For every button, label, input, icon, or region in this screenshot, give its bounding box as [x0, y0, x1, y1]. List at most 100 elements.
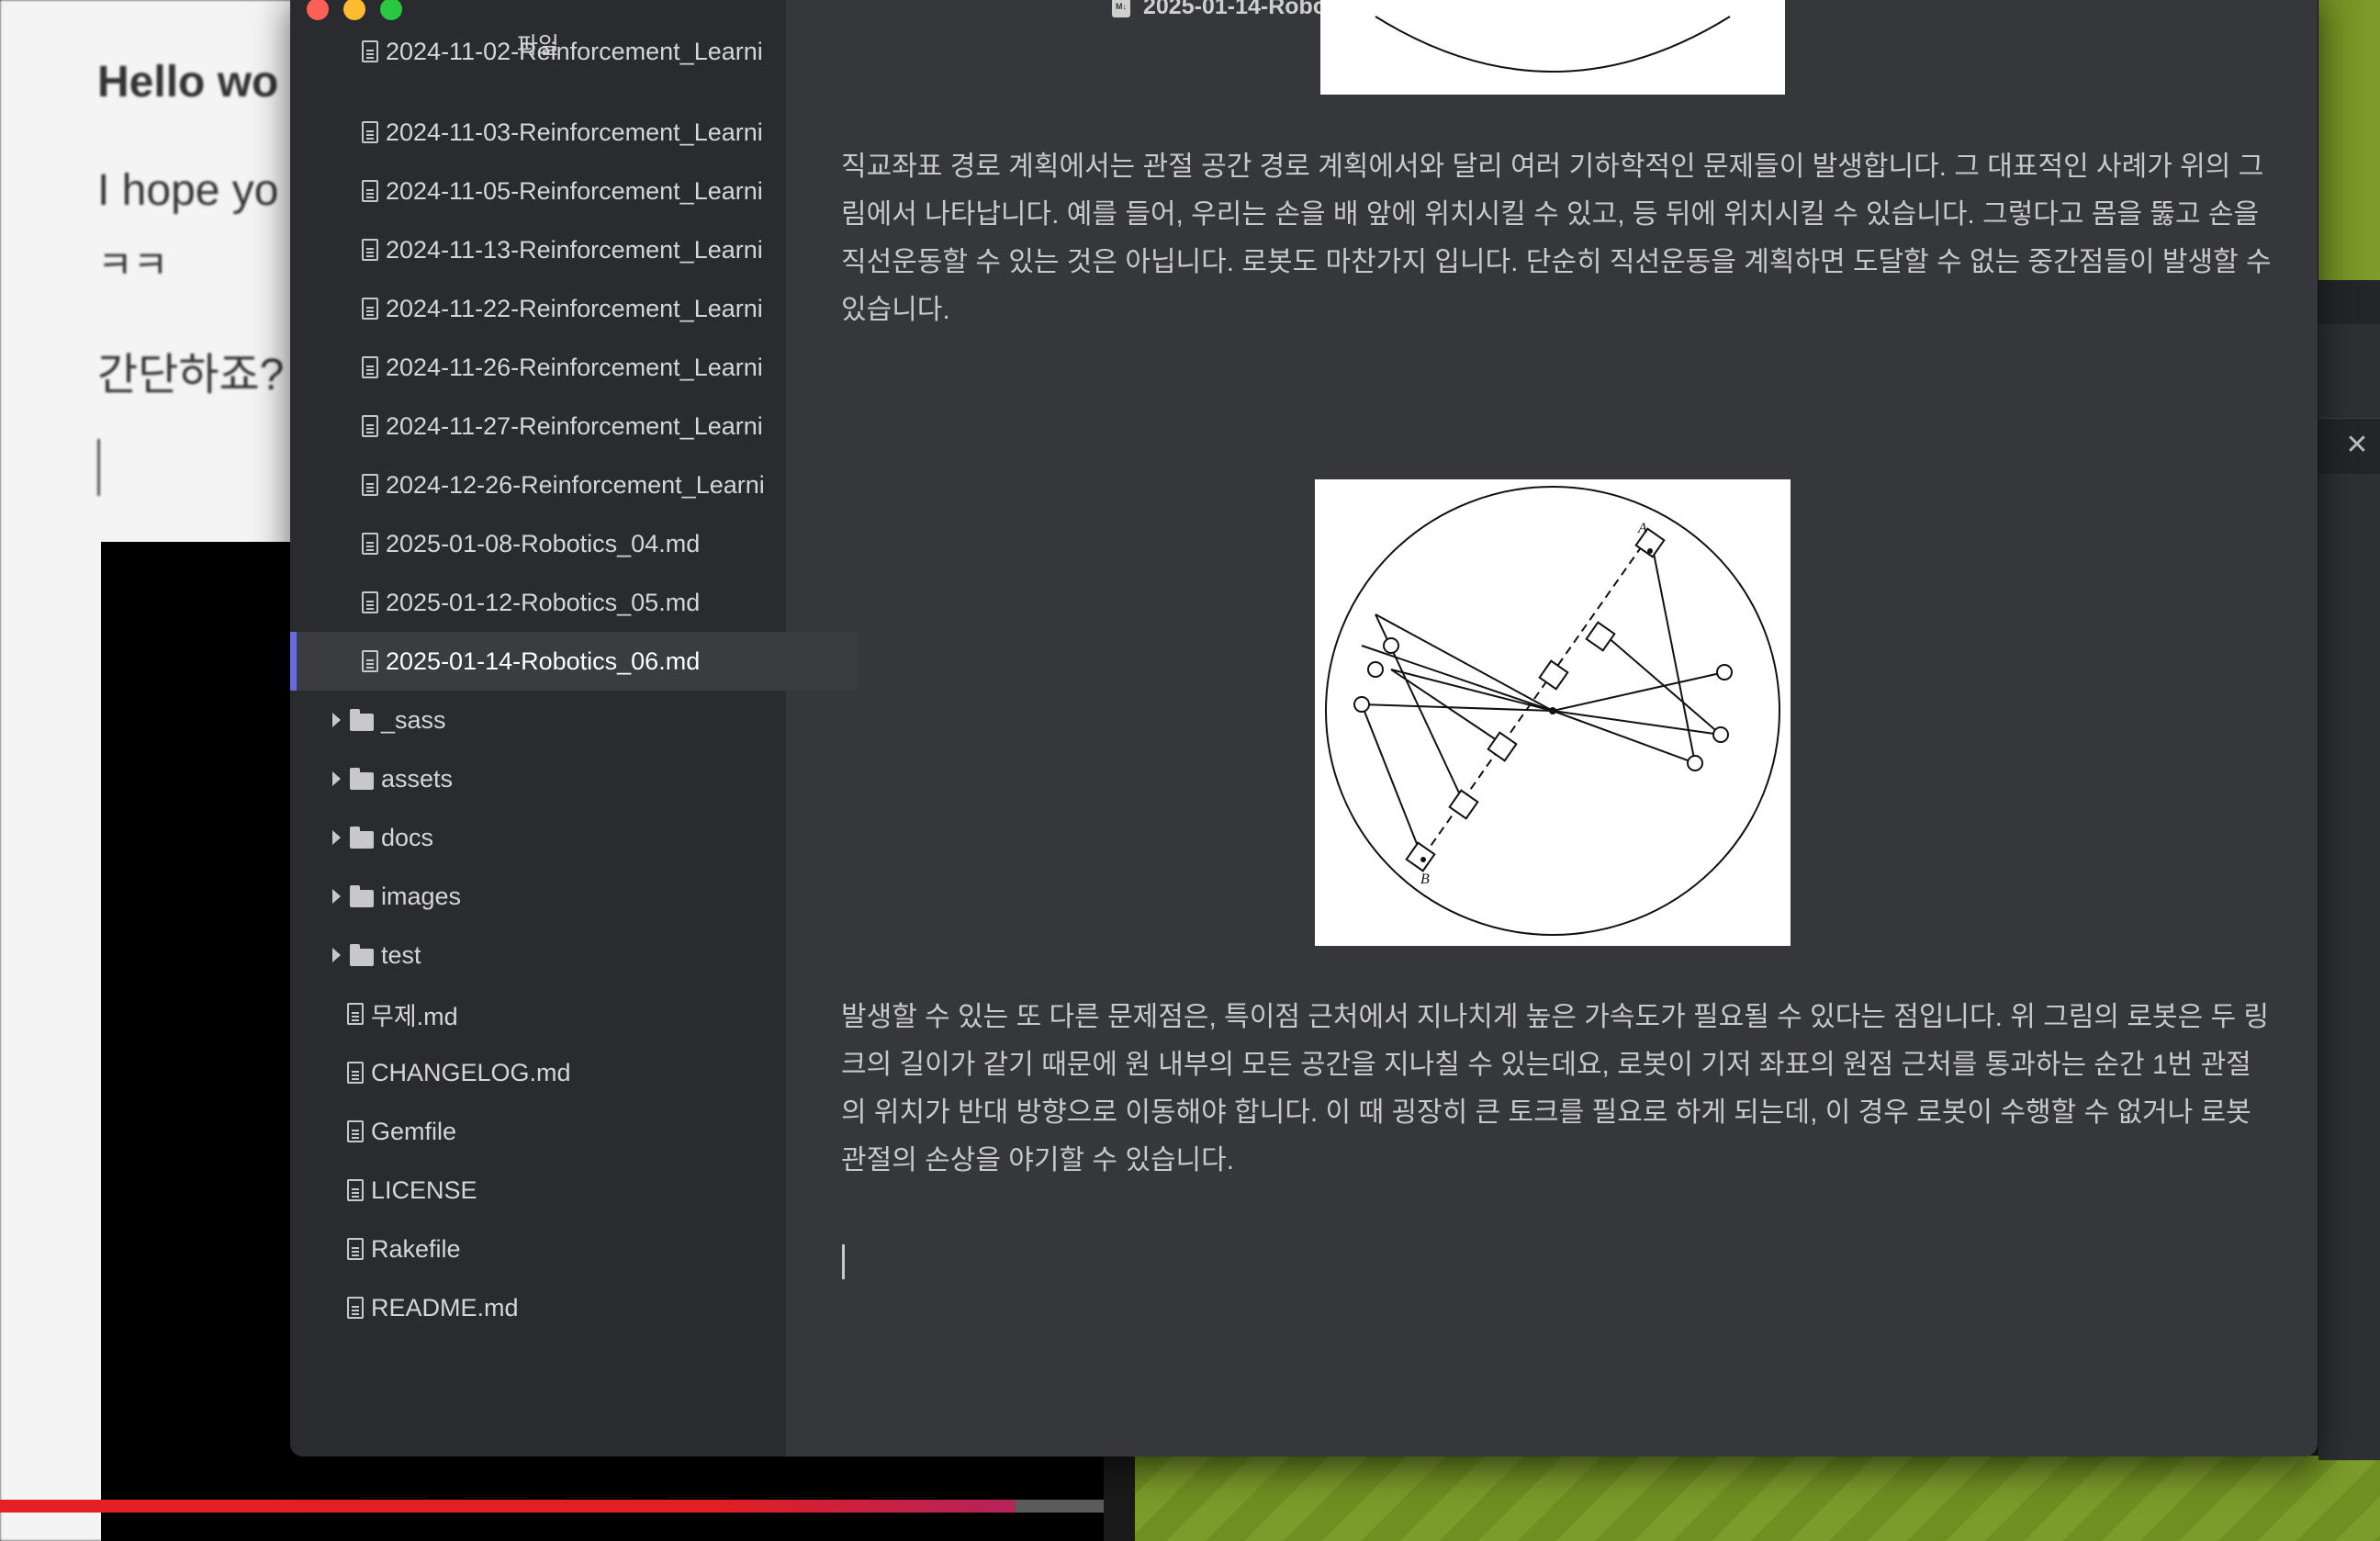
minimize-window-button[interactable]	[343, 0, 365, 20]
sidebar-item-label: 2025-01-08-Robotics_04.md	[386, 529, 701, 557]
joint	[1383, 637, 1399, 654]
background-game-scene-top	[2318, 0, 2380, 280]
sidebar-item-label: 2024-11-03-Reinforcement_Learni	[386, 118, 763, 146]
sidebar-item-label: CHANGELOG.md	[371, 1058, 571, 1086]
file-icon	[347, 1179, 364, 1201]
sidebar-file[interactable]: 2025-01-14-Robotics_06.md	[290, 632, 858, 691]
folder-icon	[350, 708, 374, 731]
sidebar-folder[interactable]: images	[290, 867, 828, 926]
sidebar-folder[interactable]: assets	[290, 749, 828, 808]
sidebar-item-label: 2025-01-12-Robotics_05.md	[386, 588, 701, 616]
folder-icon	[350, 826, 374, 849]
file-icon	[362, 591, 378, 613]
sidebar-file[interactable]: 2025-01-12-Robotics_05.md	[290, 573, 858, 632]
arm-pose-3	[1552, 671, 1725, 712]
close-icon[interactable]: ✕	[2343, 432, 2371, 459]
background-line: 간단하죠?	[97, 351, 285, 399]
editor-content[interactable]: 직교좌표 경로 계획에서는 관절 공간 경로 계획에서와 달리 여러 기하학적인…	[786, 0, 2318, 1457]
chevron-right-icon[interactable]	[332, 830, 341, 845]
sidebar-file[interactable]: 2024-11-02-Reinforcement_Learni	[290, 22, 858, 81]
sidebar-item-label: 2024-12-26-Reinforcement_Learni	[386, 470, 765, 499]
sidebar-item-label: 2024-11-13-Reinforcement_Learni	[386, 235, 763, 264]
sidebar-item-label: Rakefile	[371, 1234, 461, 1263]
sidebar-item-label: 2024-11-27-Reinforcement_Learni	[386, 411, 763, 440]
sidebar-item-label: Gemfile	[371, 1117, 457, 1145]
sidebar-file[interactable]: 2024-12-26-Reinforcement_Learni	[290, 456, 858, 514]
sidebar-file[interactable]: 2024-11-03-Reinforcement_Learni	[290, 103, 858, 162]
sidebar-folder[interactable]: docs	[290, 808, 828, 867]
sidebar-file[interactable]: Rakefile	[290, 1220, 843, 1278]
markdown-editor-window: 파일 2024-11-02-Reinforcement_Learni 2024-1…	[290, 0, 2318, 1457]
file-icon	[362, 474, 378, 496]
file-icon	[347, 1062, 364, 1084]
sidebar-file[interactable]: 2024-11-26-Reinforcement_Learni	[290, 338, 858, 397]
sidebar-item-label: LICENSE	[371, 1175, 477, 1204]
gripper	[1448, 789, 1479, 820]
joint	[1367, 661, 1384, 678]
chevron-right-icon[interactable]	[332, 948, 341, 962]
file-icon	[362, 121, 378, 143]
chevron-right-icon[interactable]	[332, 771, 341, 786]
file-icon	[362, 650, 378, 672]
zoom-window-button[interactable]	[380, 0, 402, 20]
file-sidebar: 파일 2024-11-02-Reinforcement_Learni 2024-1…	[290, 0, 858, 1457]
sidebar-file[interactable]: Gemfile	[290, 1102, 843, 1161]
background-video-frame: ■■■■■■	[354, 1456, 963, 1498]
close-window-button[interactable]	[307, 0, 329, 20]
file-icon	[362, 40, 378, 62]
background-line: ㅋㅋ	[97, 243, 169, 287]
background-heading: Hello wo	[97, 58, 279, 107]
sidebar-file[interactable]: LICENSE	[290, 1161, 843, 1220]
file-icon	[362, 533, 378, 555]
file-icon	[362, 415, 378, 437]
file-icon	[362, 239, 378, 261]
paragraph-geometric-problems: 직교좌표 경로 계획에서는 관절 공간 경로 계획에서와 달리 여러 기하학적인…	[841, 152, 2272, 325]
sidebar-folder[interactable]: test	[290, 926, 828, 984]
background-text-caret	[97, 439, 100, 496]
file-icon	[362, 298, 378, 320]
background-toolbar	[2318, 280, 2380, 324]
sidebar-item-label: 2024-11-02-Reinforcement_Learni	[386, 37, 763, 65]
arm-pose-5	[1360, 703, 1554, 859]
chevron-right-icon[interactable]	[332, 713, 341, 727]
folder-icon	[350, 943, 374, 966]
sidebar-file[interactable]: 2024-11-27-Reinforcement_Learni	[290, 397, 858, 456]
sidebar-file[interactable]: 2024-11-22-Reinforcement_Learni	[290, 279, 858, 338]
sidebar-item-label: docs	[381, 823, 434, 851]
file-icon	[362, 180, 378, 202]
sidebar-item-label: 2024-11-22-Reinforcement_Learni	[386, 294, 763, 322]
window-controls	[307, 0, 402, 20]
sidebar-item-label: 2024-11-05-Reinforcement_Learni	[386, 176, 763, 205]
sidebar-file[interactable]: README.md	[290, 1278, 843, 1337]
base-origin	[1549, 707, 1556, 714]
folder-icon	[350, 884, 374, 907]
gripper-b	[1405, 841, 1436, 872]
sidebar-item-label: README.md	[371, 1293, 519, 1322]
sidebar-item-label: 무제.md	[371, 1002, 458, 1030]
previous-figure-image	[1320, 0, 1785, 95]
sidebar-item-label: 2024-11-26-Reinforcement_Learni	[386, 353, 763, 381]
sidebar-file[interactable]: 2025-01-08-Robotics_04.md	[290, 514, 858, 573]
sidebar-file[interactable]: CHANGELOG.md	[290, 1043, 843, 1102]
video-progress-bar[interactable]	[0, 1500, 1104, 1513]
file-icon	[347, 1003, 364, 1025]
point-b	[1420, 857, 1426, 862]
joint	[1353, 696, 1370, 713]
sidebar-folder[interactable]: _sass	[290, 691, 828, 749]
label-a: A	[1637, 521, 1647, 536]
paragraph-singularity: 발생할 수 있는 또 다른 문제점은, 특이점 근처에서 지나치게 높은 가속도…	[841, 1002, 2270, 1175]
sidebar-file[interactable]: 2024-11-13-Reinforcement_Learni	[290, 220, 858, 279]
joint	[1712, 726, 1729, 743]
sidebar-file[interactable]: 무제.md	[290, 984, 843, 1043]
file-icon	[347, 1238, 364, 1260]
video-progress-fill	[0, 1500, 1016, 1513]
file-icon	[347, 1297, 364, 1319]
label-b: B	[1420, 872, 1430, 887]
background-line: I hope yo	[97, 166, 279, 215]
file-icon	[347, 1120, 364, 1142]
background-game-scene	[1135, 1456, 2380, 1541]
robot-workspace-figure: A B	[1315, 479, 1791, 946]
chevron-right-icon[interactable]	[332, 889, 341, 904]
sidebar-file[interactable]: 2024-11-05-Reinforcement_Learni	[290, 162, 858, 220]
file-icon	[362, 356, 378, 378]
